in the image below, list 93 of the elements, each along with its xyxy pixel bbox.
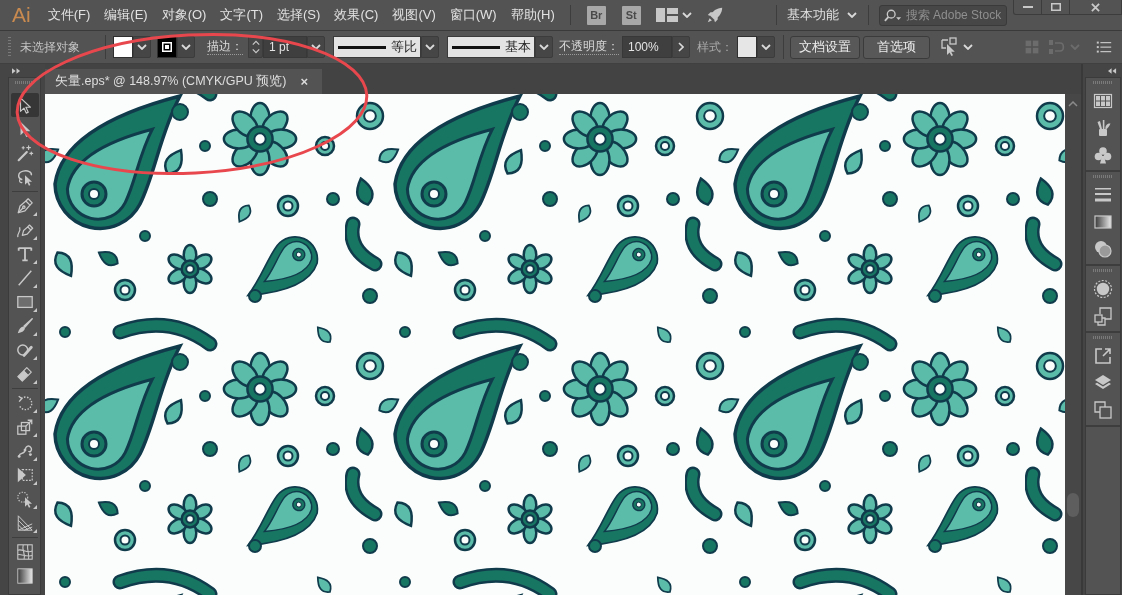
caret-icon: [311, 44, 321, 50]
document-tab[interactable]: 矢量.eps* @ 148.97% (CMYK/GPU 预览) ×: [45, 69, 322, 94]
caret-icon: [761, 44, 771, 50]
menu-item[interactable]: 编辑(E): [97, 5, 155, 25]
opacity-panel-link[interactable]: 不透明度：: [559, 39, 619, 55]
maximize-button[interactable]: [1041, 0, 1070, 15]
type-icon: [15, 245, 34, 263]
dropdown-button[interactable]: [421, 36, 439, 58]
grip-icon[interactable]: [1093, 269, 1113, 272]
app-switcher-button[interactable]: St: [621, 5, 641, 25]
artboards-icon[interactable]: [1093, 400, 1113, 420]
pen-nib-icon: [15, 197, 34, 215]
collapse-panel-icon[interactable]: [1108, 67, 1117, 74]
stacked-squares-icon[interactable]: [1093, 306, 1113, 326]
dropdown-button[interactable]: [535, 36, 553, 58]
caret-icon: [539, 44, 549, 50]
mesh-icon: [15, 543, 34, 561]
stepper-icon: [251, 40, 260, 54]
free-transform-icon: [15, 466, 34, 484]
gradient-icon: [15, 567, 34, 585]
scroll-up-icon[interactable]: [1068, 101, 1078, 107]
chevron-right-icon: [678, 42, 684, 52]
expand-panel-icon[interactable]: [12, 67, 21, 74]
cursor-square-button[interactable]: [940, 37, 973, 57]
dotted-circle-icon[interactable]: [1093, 279, 1113, 299]
menu-item[interactable]: 帮助(H): [503, 5, 562, 25]
opacity-field[interactable]: 100%: [622, 36, 672, 58]
menu-item[interactable]: 文件(F): [40, 5, 98, 25]
caret-icon: [425, 44, 435, 50]
curvature-pen-icon: [15, 221, 34, 239]
puppet-warp-icon: [15, 442, 34, 460]
selection-status: 未选择对象: [20, 39, 80, 55]
swatches-icon[interactable]: [1093, 91, 1113, 111]
magic-wand-icon: [15, 144, 34, 162]
gradient-swatch-icon[interactable]: [1093, 212, 1113, 232]
dropdown-button[interactable]: [177, 36, 195, 58]
layout-icon: [655, 7, 678, 23]
menu-item[interactable]: 效果(C): [327, 5, 386, 25]
arrange-documents-button[interactable]: [655, 7, 692, 23]
grip-icon[interactable]: [1093, 81, 1113, 84]
grip-icon[interactable]: [1093, 336, 1113, 339]
scale-icon: [15, 418, 34, 436]
brush-dropdown[interactable]: 基本: [447, 36, 535, 58]
app-logo: Ai: [12, 3, 31, 27]
stroke-panel-link[interactable]: 描边：: [207, 39, 243, 55]
line-segment-icon: [15, 269, 34, 287]
caret-icon: [1070, 44, 1080, 50]
menu-item[interactable]: 对象(O): [154, 5, 214, 25]
vertical-scrollbar[interactable]: [1065, 94, 1081, 595]
club-icon[interactable]: [1093, 145, 1113, 165]
style-swatch[interactable]: [737, 36, 757, 58]
caret-icon: [137, 44, 147, 50]
document-setup-button[interactable]: 文档设置: [790, 35, 860, 59]
stroke-lines-icon[interactable]: [1093, 185, 1113, 205]
close-icon: [1091, 2, 1100, 12]
menu-item[interactable]: 选择(S): [270, 5, 328, 25]
grip-icon[interactable]: [14, 81, 35, 84]
grip-icon[interactable]: [1093, 175, 1113, 178]
caret-icon: [846, 12, 857, 18]
overlapping-circles-icon[interactable]: [1093, 239, 1113, 259]
style-label: 样式：: [697, 39, 733, 55]
minimize-button[interactable]: [1013, 0, 1042, 15]
minimize-icon: [1022, 6, 1033, 8]
stroke-line-icon: [338, 45, 386, 49]
perspective-grid-icon: [15, 514, 34, 532]
workspace-dropdown[interactable]: 基本功能: [786, 6, 857, 24]
search-field[interactable]: 搜索 Adobe Stock: [878, 4, 1007, 26]
close-button[interactable]: [1069, 0, 1122, 15]
rectangle-icon: [15, 293, 34, 311]
opacity-expand-button[interactable]: [672, 36, 690, 58]
export-icon[interactable]: [1093, 346, 1113, 366]
tab-close-button[interactable]: ×: [298, 75, 310, 88]
search-icon: [883, 8, 902, 22]
stroke-profile-dropdown[interactable]: 等比: [333, 36, 421, 58]
rocket-icon[interactable]: [705, 6, 724, 24]
lasso-icon: [15, 168, 34, 186]
grip-icon[interactable]: [8, 37, 11, 57]
menu-item[interactable]: 视图(V): [385, 5, 443, 25]
caret-icon: [963, 44, 973, 50]
caret-icon: [181, 44, 191, 50]
shape-builder-icon: [15, 490, 34, 508]
stroke-line-icon: [452, 45, 500, 49]
paintbrush-icon: [15, 317, 34, 335]
menu-item[interactable]: 文字(T): [213, 5, 271, 25]
app-switcher-button[interactable]: Br: [586, 5, 606, 25]
preferences-button[interactable]: 首选项: [863, 35, 930, 59]
shaper-icon: [15, 341, 34, 359]
menu-item[interactable]: 窗口(W): [442, 5, 504, 25]
caret-icon: [681, 12, 692, 18]
dropdown-button[interactable]: [757, 36, 775, 58]
maximize-icon: [1050, 3, 1061, 11]
eraser-icon: [15, 365, 34, 383]
stroke-square-icon: [162, 42, 172, 52]
